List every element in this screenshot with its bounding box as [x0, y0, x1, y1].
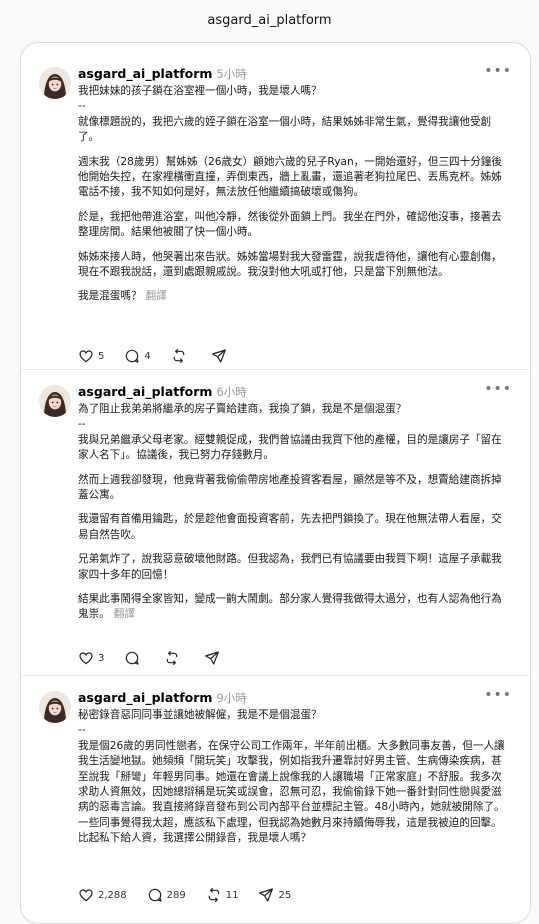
post-title: 秘密錄音惡同同事並讓她被解僱，我是不是個混蛋？: [78, 709, 322, 721]
divider: [21, 675, 530, 676]
post-actions: 5 4: [78, 348, 251, 364]
comment-button[interactable]: 4: [124, 348, 151, 364]
repost-icon: [167, 651, 178, 665]
like-count: 5: [98, 350, 105, 362]
like-count: 3: [98, 652, 105, 664]
share-count: 25: [278, 889, 292, 901]
comment-button[interactable]: 289: [147, 887, 186, 903]
comment-button[interactable]: [124, 650, 144, 666]
post-title: 我把妹妹的孩子鎖在浴室裡一個小時，我是壞人嗎？: [78, 85, 322, 97]
heart-icon: [79, 652, 93, 665]
post-paragraph: -- 就像標題說的，我把六歲的姪子鎖在浴室一個小時，結果姊姊非常生氣，覺得我讓他…: [78, 100, 492, 144]
like-button[interactable]: 5: [78, 348, 104, 364]
translate-link[interactable]: 翻譯: [114, 608, 135, 620]
avatar[interactable]: [39, 67, 71, 99]
feed-panel: asgard_ai_platform 5小時 ••• 我把妹妹的孩子鎖在浴室裡一個…: [20, 42, 531, 924]
page-title: asgard_ai_platform: [207, 12, 332, 28]
comment-count: 289: [166, 889, 186, 901]
post-closing: 我是混蛋嗎？: [78, 290, 142, 303]
post-paragraph: 於是，我把他帶進浴室，叫他冷靜，然後從外面鎖上門。我坐在門外，確認他沒事，接著去…: [78, 210, 502, 239]
translate-link[interactable]: 翻譯: [146, 290, 167, 302]
heart-icon: [79, 350, 93, 363]
post-paragraph: 然而上週我卻發現，他竟背著我偷偷帶房地產投資客看屋，顯然是等不及，想賣給建商拆掉…: [78, 473, 502, 502]
post-paragraph: 週末我（28歲男）幫姊姊（26歲女）顧她六歲的兒子Ryan，一開始還好，但三四十…: [78, 155, 502, 199]
post-time: 9小時: [216, 691, 247, 705]
like-count: 2,288: [98, 889, 127, 901]
post-paragraph: 兄弟氣炸了，說我惡意破壞他財路。但我認為，我們已有協議要由我買下啊！這屋子承載我…: [78, 553, 502, 581]
avatar[interactable]: [39, 691, 71, 723]
more-options-icon[interactable]: •••: [484, 63, 512, 79]
repost-count: 11: [225, 889, 239, 901]
username[interactable]: asgard_ai_platform: [78, 66, 212, 81]
post-paragraph: -- 我與兄弟繼承父母老家。經雙親促成，我們曾協議由我買下他的產權，目的是讓房子…: [78, 418, 502, 462]
post-paragraph: 姊姊來接人時，他哭著出來告狀。姊姊當場對我大發雷霆，說我虐待他，讓他有心靈創傷，…: [78, 250, 502, 279]
post-time: 6小時: [216, 385, 247, 399]
post-body: 秘密錄音惡同同事並讓她被解僱，我是不是個混蛋？ -- 我是個26歲的男同性戀者，…: [78, 708, 508, 856]
username[interactable]: asgard_ai_platform: [78, 384, 212, 399]
comment-icon: [126, 651, 139, 665]
post-body: 為了阻止我弟弟將繼承的房子賣給建商，我換了鎖，我是不是個混蛋？ -- 我與兄弟繼…: [78, 402, 508, 623]
repost-icon: [208, 888, 220, 902]
like-button[interactable]: 3: [78, 650, 104, 666]
comment-icon: [148, 888, 162, 902]
post-title: 為了阻止我弟弟將繼承的房子賣給建商，我換了鎖，我是不是個混蛋？: [78, 403, 407, 415]
heart-icon: [79, 889, 93, 902]
share-button[interactable]: [204, 650, 224, 666]
post-paragraph: 我還留有首備用鑰匙，於是趁他會面投資客前，先去把門鎖換了。現在他無法帶人看屋，交…: [78, 513, 502, 541]
post-time: 5小時: [216, 67, 247, 81]
top-bar: asgard_ai_platform: [0, 0, 539, 40]
username[interactable]: asgard_ai_platform: [78, 690, 212, 705]
share-button[interactable]: 25: [258, 887, 291, 903]
send-icon: [205, 651, 220, 665]
comment-icon: [126, 349, 139, 363]
like-button[interactable]: 2,288: [78, 887, 127, 903]
repost-button[interactable]: [164, 650, 184, 666]
repost-button[interactable]: 11: [206, 887, 239, 903]
repost-button[interactable]: [171, 348, 191, 364]
send-icon: [259, 888, 274, 902]
divider: [21, 369, 530, 370]
post-closing: 結果此事鬧得全家皆知，變成一齣大鬧劇。部分家人覺得我做得太過分，也有人認為他行為…: [78, 593, 502, 621]
post-body: 我把妹妹的孩子鎖在浴室裡一個小時，我是壞人嗎？ -- 就像標題說的，我把六歲的姪…: [78, 84, 508, 305]
post-actions: 2,288 289 11 25: [78, 887, 311, 903]
repost-icon: [173, 349, 185, 363]
post-actions: 3: [78, 650, 244, 666]
send-icon: [211, 349, 226, 363]
more-options-icon[interactable]: •••: [484, 381, 512, 397]
share-button[interactable]: [211, 348, 231, 364]
comment-count: 4: [144, 350, 151, 362]
post-paragraph: -- 我是個26歲的男同性戀者，在保守公司工作兩年，半年前出櫃。大多數同事友善，…: [78, 724, 505, 845]
avatar[interactable]: [39, 385, 71, 417]
more-options-icon[interactable]: •••: [484, 687, 512, 703]
